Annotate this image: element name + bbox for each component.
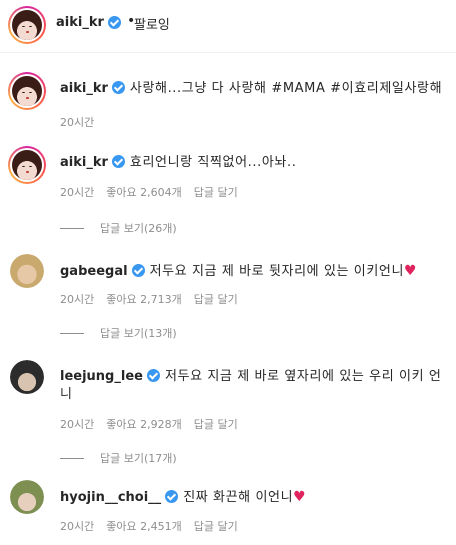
replies-dash (60, 332, 84, 334)
verified-badge-icon (131, 264, 145, 277)
reply-button[interactable]: 답글 달기 (194, 416, 238, 432)
commenter-username[interactable]: hyojin__choi__ (60, 490, 161, 505)
commenter-username[interactable]: aiki_kr (60, 155, 108, 170)
commenter-avatar[interactable] (8, 72, 46, 110)
verified-badge-icon (111, 81, 125, 94)
verified-badge-icon (165, 490, 179, 503)
view-replies-label[interactable]: 답글 보기(17개) (100, 450, 177, 466)
reply-button[interactable]: 답글 달기 (194, 184, 238, 200)
like-count[interactable]: 좋아요 2,928개 (106, 416, 181, 432)
header-divider (0, 52, 456, 53)
following-button[interactable]: 팔로잉 (134, 14, 170, 33)
like-count[interactable]: 좋아요 2,713개 (106, 291, 181, 307)
view-replies-button[interactable]: 답글 보기(13개) (60, 325, 177, 341)
header-avatar[interactable] (8, 6, 46, 44)
commenter-avatar[interactable] (10, 360, 44, 394)
header-username[interactable]: aiki_kr (56, 15, 104, 30)
verified-badge-icon (146, 369, 160, 382)
like-count[interactable]: 좋아요 2,451개 (106, 518, 181, 534)
commenter-avatar[interactable] (8, 146, 46, 184)
view-replies-label[interactable]: 답글 보기(26개) (100, 220, 177, 236)
instagram-comments-page: aiki_kr • 팔로잉 aiki_kr 사랑해...그냥 다 사랑해 #MAM… (0, 0, 456, 545)
view-replies-button[interactable]: 답글 보기(17개) (60, 450, 177, 466)
comment-meta: 20시간 좋아요 2,604개 답글 달기 (60, 184, 238, 200)
comment-time: 20시간 (60, 293, 95, 306)
comment-text: 저두요 지금 제 바로 뒷자리에 있는 이키언니 (149, 264, 405, 279)
red-heart-icon: ♥ (404, 263, 417, 279)
commenter-username[interactable]: leejung_lee (60, 369, 143, 384)
post-header: aiki_kr • 팔로잉 (0, 0, 456, 52)
comment-body: aiki_kr 효리언니랑 직찍없어...아놔.. (60, 154, 450, 172)
comment-meta: 20시간 (60, 114, 94, 130)
view-replies-label[interactable]: 답글 보기(13개) (100, 325, 177, 341)
reply-button[interactable]: 답글 달기 (194, 291, 238, 307)
verified-badge-icon (111, 155, 125, 168)
comment-time: 20시간 (60, 116, 95, 129)
comment-body: aiki_kr 사랑해...그냥 다 사랑해 #MAMA #이효리제일사랑해 (60, 80, 450, 98)
replies-dash (60, 227, 84, 229)
verified-badge-icon (108, 16, 121, 29)
commenter-username[interactable]: gabeegal (60, 264, 128, 279)
comment-body: gabeegal 저두요 지금 제 바로 뒷자리에 있는 이키언니♥ (60, 262, 450, 281)
comment-time: 20시간 (60, 418, 95, 431)
comment-body: leejung_lee 저두요 지금 제 바로 옆자리에 있는 우리 이키 언니 (60, 368, 450, 404)
replies-dash (60, 457, 84, 459)
comment-text: 사랑해...그냥 다 사랑해 #MAMA #이효리제일사랑해 (129, 81, 443, 96)
comment-meta: 20시간 좋아요 2,713개 답글 달기 (60, 291, 238, 307)
red-heart-icon: ♥ (293, 489, 306, 505)
comment-text: 진짜 화끈해 이언니 (183, 490, 294, 505)
commenter-avatar[interactable] (10, 480, 44, 514)
comment-meta: 20시간 좋아요 2,928개 답글 달기 (60, 416, 238, 432)
comment-body: hyojin__choi__ 진짜 화끈해 이언니♥ (60, 488, 450, 507)
comment-text: 효리언니랑 직찍없어...아놔.. (129, 155, 297, 170)
view-replies-button[interactable]: 답글 보기(26개) (60, 220, 177, 236)
comment-meta: 20시간 좋아요 2,451개 답글 달기 (60, 518, 238, 534)
comment-time: 20시간 (60, 520, 95, 533)
reply-button[interactable]: 답글 달기 (194, 518, 238, 534)
like-count[interactable]: 좋아요 2,604개 (106, 184, 181, 200)
comment-time: 20시간 (60, 186, 95, 199)
commenter-username[interactable]: aiki_kr (60, 81, 108, 96)
commenter-avatar[interactable] (10, 254, 44, 288)
